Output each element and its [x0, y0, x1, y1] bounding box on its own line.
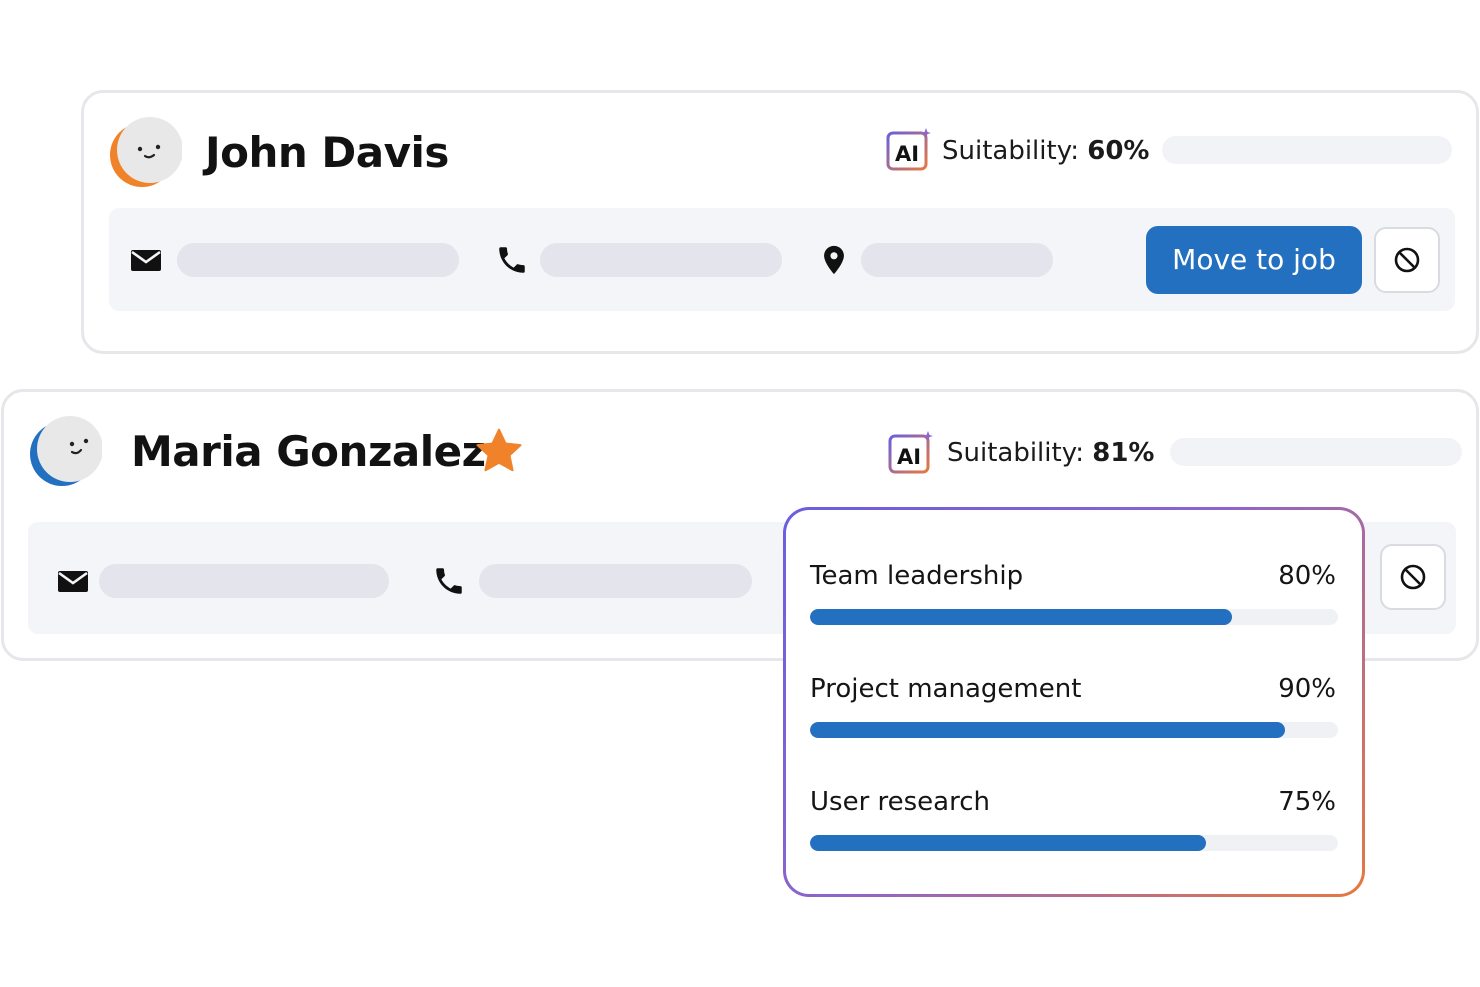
suitability-text: Suitability: 81%	[947, 438, 1155, 468]
location-pin-icon	[824, 245, 844, 275]
skills-list: Team leadership 80% Project management 9…	[786, 510, 1362, 894]
skill-percent: 90%	[1278, 674, 1336, 704]
candidate-name: Maria Gonzalez	[131, 427, 486, 476]
phone-placeholder	[479, 564, 752, 598]
envelope-icon	[58, 571, 88, 592]
skill-progress-fill	[810, 609, 1233, 625]
move-to-job-button[interactable]: Move to job	[1146, 226, 1362, 294]
avatar	[30, 416, 102, 486]
block-icon	[1400, 564, 1426, 590]
skill-progress-bar	[810, 609, 1338, 625]
ai-badge-icon: AI	[886, 128, 931, 171]
suitability-bar	[1162, 136, 1452, 164]
envelope-icon	[131, 250, 161, 271]
candidate-list: John Davis AI Suitability: 60% Move to j…	[0, 0, 1480, 987]
suitability-value: 60%	[1087, 136, 1150, 166]
block-button[interactable]	[1374, 227, 1440, 293]
phone-placeholder	[540, 243, 782, 277]
email-placeholder	[99, 564, 389, 598]
skill-progress-fill	[810, 722, 1286, 738]
star-icon[interactable]	[474, 426, 524, 476]
candidate-name: John Davis	[205, 128, 449, 177]
phone-icon	[499, 247, 525, 273]
suitability-text: Suitability: 60%	[942, 136, 1150, 166]
phone-icon	[436, 568, 462, 594]
svg-text:AI: AI	[897, 445, 921, 469]
candidate-card-john-davis[interactable]: John Davis AI Suitability: 60% Move to j…	[81, 90, 1479, 354]
suitability-value: 81%	[1092, 438, 1155, 468]
block-button[interactable]	[1380, 544, 1446, 610]
skill-label: Team leadership	[810, 561, 1024, 591]
skill-label: Project management	[810, 674, 1082, 704]
skill-percent: 75%	[1278, 787, 1336, 817]
email-placeholder	[177, 243, 459, 277]
skill-progress-bar	[810, 722, 1338, 738]
suitability-bar	[1170, 438, 1462, 466]
skill-progress-fill	[810, 835, 1206, 851]
avatar	[110, 117, 182, 187]
svg-text:AI: AI	[895, 142, 919, 166]
ai-badge-icon: AI	[888, 431, 933, 474]
skill-progress-bar	[810, 835, 1338, 851]
block-icon	[1394, 247, 1420, 273]
skill-label: User research	[810, 787, 991, 817]
skills-popover: Team leadership 80% Project management 9…	[783, 507, 1365, 897]
contact-info-row: Move to job	[109, 208, 1455, 311]
location-placeholder	[861, 243, 1053, 277]
skill-percent: 80%	[1278, 561, 1336, 591]
